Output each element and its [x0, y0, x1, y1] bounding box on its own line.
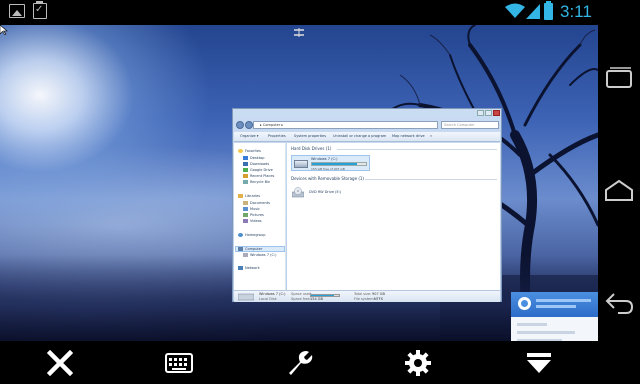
- nav-favorites[interactable]: Favorites: [238, 149, 261, 153]
- nav-desktop[interactable]: Desktop: [243, 156, 264, 160]
- drive-c-usage-bar: [311, 162, 367, 166]
- uninstall-program-button[interactable]: Uninstall or change a program: [333, 134, 386, 138]
- close-button[interactable]: [40, 347, 80, 379]
- hide-toolbar-button[interactable]: [519, 347, 559, 379]
- wrench-icon: [289, 351, 313, 375]
- drive-c-label: Windows 7 (C:): [311, 157, 338, 161]
- hard-drive-icon: [294, 160, 308, 168]
- details-drive-type: Local Disk: [259, 297, 277, 301]
- drive-c-free-space: 155 GB free of 907 GB: [311, 167, 345, 171]
- nav-windows7-drive[interactable]: Windows 7 (C:): [243, 253, 276, 257]
- nav-music[interactable]: Music: [243, 207, 260, 211]
- details-total-size: 907 GB: [372, 292, 385, 296]
- address-bar[interactable]: ▸ Computer ▸: [253, 121, 438, 129]
- more-commands-button[interactable]: »: [430, 134, 432, 138]
- nav-network[interactable]: Network: [238, 266, 260, 270]
- chat-popup[interactable]: [511, 292, 598, 341]
- signal-icon: [526, 4, 540, 19]
- chat-body: [511, 317, 598, 341]
- nav-recent-places[interactable]: Recent Places: [243, 174, 274, 178]
- recent-apps-icon[interactable]: [604, 66, 634, 92]
- command-bar: Organize ▾ Properties System properties …: [234, 132, 500, 142]
- hard-drive-icon: [238, 293, 254, 301]
- nav-documents[interactable]: Documents: [243, 201, 270, 205]
- clock-time: 3:11: [560, 2, 592, 21]
- nav-libraries[interactable]: Libraries: [238, 194, 260, 198]
- window-titlebar[interactable]: [233, 109, 501, 119]
- chat-title-placeholder: [536, 299, 591, 302]
- minimize-button[interactable]: [477, 110, 484, 116]
- dvd-drive-icon: [292, 187, 304, 198]
- details-pane: Windows 7 (C:) Local Disk Space used: Sp…: [234, 290, 500, 302]
- drive-c-usage-fill: [312, 163, 357, 165]
- close-window-button[interactable]: [493, 110, 500, 116]
- hard-disk-section-header[interactable]: Hard Disk Drives (1): [291, 146, 331, 151]
- remote-desktop-screen: 3:11: [0, 0, 640, 384]
- details-space-free: 154 GB: [310, 297, 323, 301]
- close-icon: [47, 350, 73, 376]
- back-icon[interactable]: [604, 290, 634, 316]
- details-usage-fill: [311, 295, 335, 296]
- gear-icon: [405, 350, 431, 376]
- chat-subtitle-placeholder: [536, 305, 576, 308]
- details-file-system-label: File system:: [354, 297, 375, 301]
- removable-section-header[interactable]: Devices with Removable Storage (1): [291, 176, 364, 181]
- desktop-wallpaper[interactable]: ▸ Computer ▸ Search Computer Organize ▾ …: [0, 25, 598, 341]
- keyboard-icon: [165, 353, 193, 373]
- navigation-pane: Favorites Desktop Downloads Google Drive…: [234, 143, 286, 290]
- wifi-icon: [505, 3, 525, 18]
- menu-down-icon: [527, 353, 551, 373]
- details-space-free-label: Space free:: [291, 297, 311, 301]
- chat-line: [517, 323, 547, 326]
- tools-button[interactable]: [279, 347, 319, 379]
- dvd-drive-label[interactable]: DVD RW Drive (E:): [309, 190, 341, 194]
- clipboard-check-icon: [33, 1, 47, 19]
- properties-button[interactable]: Properties: [268, 134, 286, 138]
- android-nav-bar: [598, 0, 640, 384]
- gallery-icon: [9, 4, 25, 18]
- battery-icon: [544, 1, 553, 20]
- drive-c-tile[interactable]: Windows 7 (C:) 155 GB free of 907 GB: [291, 155, 370, 171]
- nav-recycle-bin[interactable]: Recycle Bin: [243, 180, 270, 184]
- nav-videos[interactable]: Videos: [243, 219, 262, 223]
- keyboard-button[interactable]: [159, 347, 199, 379]
- chat-line: [517, 331, 575, 334]
- details-file-system: NTFS: [374, 297, 383, 301]
- nav-google-drive[interactable]: Google Drive: [243, 168, 273, 172]
- system-properties-button[interactable]: System properties: [294, 134, 326, 138]
- avatar: [518, 297, 531, 310]
- android-status-bar: 3:11: [0, 0, 600, 25]
- content-pane: Hard Disk Drives (1) Windows 7 (C:) 155 …: [287, 143, 500, 290]
- bottom-toolbar: [0, 341, 598, 384]
- details-drive-name: Windows 7 (C:): [259, 292, 286, 296]
- nav-downloads[interactable]: Downloads: [243, 162, 269, 166]
- forward-nav-button[interactable]: [245, 121, 253, 129]
- nav-pictures[interactable]: Pictures: [243, 213, 264, 217]
- section-divider: [337, 149, 497, 150]
- map-network-drive-button[interactable]: Map network drive: [392, 134, 425, 138]
- settings-button[interactable]: [398, 347, 438, 379]
- maximize-button[interactable]: [485, 110, 492, 116]
- back-nav-button[interactable]: [236, 121, 244, 129]
- mouse-cursor-icon: [0, 25, 8, 35]
- home-icon[interactable]: [604, 178, 634, 204]
- explorer-window[interactable]: ▸ Computer ▸ Search Computer Organize ▾ …: [232, 108, 502, 302]
- organize-button[interactable]: Organize ▾: [240, 134, 259, 138]
- nav-computer[interactable]: Computer: [238, 247, 262, 251]
- drag-handle-icon[interactable]: [292, 28, 306, 37]
- search-box[interactable]: Search Computer: [441, 121, 499, 129]
- chat-header[interactable]: [511, 292, 598, 317]
- section-divider: [365, 179, 497, 180]
- details-total-size-label: Total size:: [354, 292, 372, 296]
- nav-homegroup[interactable]: Homegroup: [238, 233, 266, 237]
